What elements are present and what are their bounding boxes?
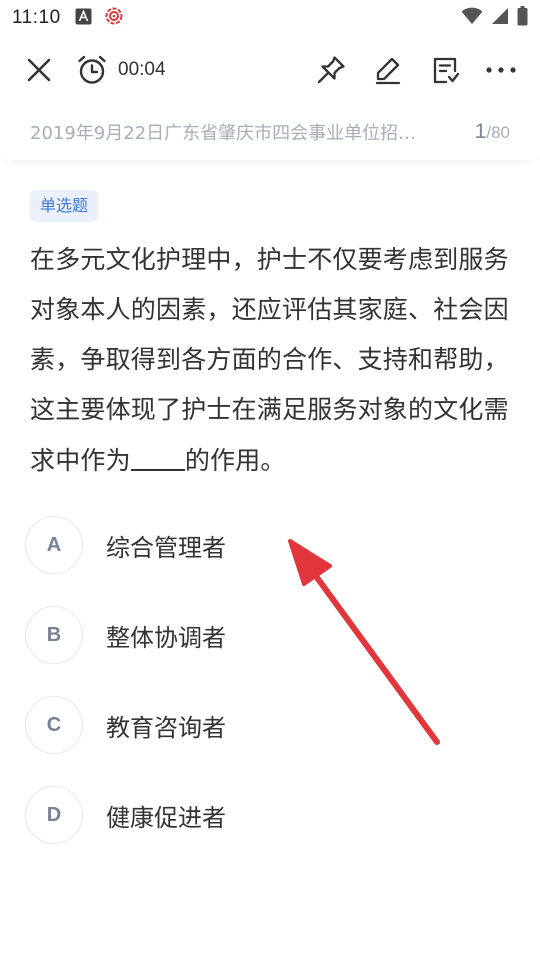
- pin-icon: [317, 56, 345, 84]
- question-progress[interactable]: 1/80: [475, 120, 510, 144]
- question-stem-text: 在多元文化护理中，护士不仅要考虑到服务对象本人的因素，还应评估其家庭、社会因素，…: [30, 245, 509, 475]
- timer-button[interactable]: [74, 40, 110, 100]
- option-c[interactable]: C 教育咨询者: [25, 695, 226, 755]
- option-text: 教育咨询者: [106, 713, 226, 742]
- status-system-icons: [461, 6, 528, 30]
- close-button[interactable]: [18, 40, 60, 100]
- current-question-number: 1: [474, 120, 487, 143]
- close-icon: [27, 58, 51, 82]
- exam-title[interactable]: 2019年9月22日广东省肇庆市四会事业单位招…: [30, 119, 450, 145]
- timer-text: 00:04: [118, 59, 166, 80]
- edit-icon: [375, 57, 401, 85]
- more-icon: [486, 67, 516, 73]
- status-notification-icons: [75, 6, 124, 30]
- total-question-count: 80: [491, 123, 510, 142]
- option-text: 健康促进者: [106, 803, 226, 832]
- answer-blank: [130, 435, 185, 471]
- note-icon: [433, 57, 460, 84]
- option-b[interactable]: B 整体协调者: [25, 605, 226, 665]
- font-a-icon: [75, 8, 92, 29]
- pin-button[interactable]: [311, 40, 351, 100]
- option-letter: C: [25, 696, 83, 754]
- target-icon: [104, 6, 124, 30]
- wifi-icon: [461, 7, 483, 29]
- option-text: 综合管理者: [106, 533, 226, 562]
- option-letter: B: [25, 606, 83, 664]
- exam-info-bar: 2019年9月22日广东省肇庆市四会事业单位招… 1/80: [0, 104, 540, 160]
- question-stem-ending: 的作用。: [184, 446, 286, 475]
- alarm-clock-icon: [78, 55, 106, 84]
- question-type-tag: 单选题: [30, 190, 99, 222]
- toolbar: 00:04: [0, 40, 540, 100]
- note-button[interactable]: [425, 40, 465, 100]
- question-stem: 在多元文化护理中，护士不仅要考虑到服务对象本人的因素，还应评估其家庭、社会因素，…: [30, 235, 514, 486]
- option-letter: D: [25, 786, 83, 844]
- status-time: 11:10: [12, 7, 61, 28]
- option-text: 整体协调者: [106, 623, 226, 652]
- battery-icon: [517, 6, 528, 30]
- signal-icon: [491, 7, 509, 29]
- option-a[interactable]: A 综合管理者: [25, 515, 226, 575]
- option-letter: A: [25, 516, 83, 574]
- more-button[interactable]: [480, 40, 522, 100]
- option-d[interactable]: D 健康促进者: [25, 785, 226, 845]
- edit-button[interactable]: [368, 40, 408, 100]
- status-bar: 11:10: [0, 0, 540, 36]
